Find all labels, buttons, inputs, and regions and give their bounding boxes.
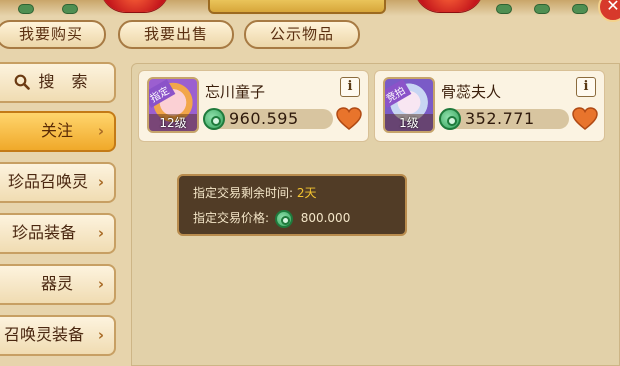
- chevron-right-icon: ›: [97, 275, 104, 293]
- tab-public-items[interactable]: 公示物品: [244, 20, 360, 49]
- info-icon[interactable]: i: [340, 77, 360, 97]
- jade-coin-icon: [274, 209, 293, 228]
- bead-decoration: [534, 4, 550, 14]
- sidebar-item-label: 关注: [40, 121, 73, 140]
- pet-level: 12级: [149, 114, 197, 131]
- bead-decoration: [572, 4, 588, 14]
- search-button[interactable]: 搜 索: [0, 62, 116, 103]
- pet-name: 忘川童子: [205, 83, 266, 101]
- trade-price-row: 指定交易价格: 800.000: [193, 209, 350, 228]
- chevron-right-icon: ›: [97, 224, 104, 242]
- bead-decoration: [496, 4, 512, 14]
- listing-card[interactable]: 指定 12级 忘川童子 i 960.595: [138, 70, 369, 142]
- tab-sell[interactable]: 我要出售: [118, 20, 234, 49]
- jade-coin-icon: [203, 108, 225, 130]
- sidebar-item-follow[interactable]: 关注 ›: [0, 111, 116, 152]
- pet-name: 骨蕊夫人: [441, 83, 502, 101]
- jade-coin-icon: [439, 108, 461, 130]
- sidebar-item-label: 器灵: [40, 274, 73, 293]
- pig-pet-icon: 指定 12级: [147, 77, 199, 133]
- remaining-time-value: 2天: [296, 186, 317, 200]
- window-title-plaque: [208, 0, 386, 14]
- sidebar-item-rare-equipment[interactable]: 珍品装备 ›: [0, 213, 116, 254]
- search-icon: [14, 74, 30, 90]
- heart-icon[interactable]: [572, 107, 598, 131]
- sidebar-item-weapon-spirit[interactable]: 器灵 ›: [0, 264, 116, 305]
- pet-level: 1级: [385, 114, 433, 131]
- price-bar: 960.595: [203, 108, 333, 130]
- sidebar-item-summon-equipment[interactable]: 召唤灵装备 ›: [0, 315, 116, 356]
- lady-pet-icon: 竞拍 1级: [383, 77, 435, 133]
- bead-decoration: [18, 4, 34, 14]
- heart-icon[interactable]: [336, 107, 362, 131]
- chevron-right-icon: ›: [97, 173, 104, 191]
- sidebar-item-label: 珍品装备: [12, 223, 77, 242]
- trade-price-label: 指定交易价格:: [193, 211, 270, 225]
- chevron-right-icon: ›: [97, 326, 104, 344]
- listing-price: 352.771: [465, 109, 535, 128]
- sidebar-item-label: 珍品召唤灵: [8, 172, 89, 191]
- close-button[interactable]: ✕: [598, 0, 620, 22]
- tab-buy[interactable]: 我要购买: [0, 20, 106, 49]
- price-bar: 352.771: [439, 108, 569, 130]
- remaining-time-label: 指定交易剩余时间:: [193, 186, 294, 200]
- remaining-time-row: 指定交易剩余时间: 2天: [193, 184, 317, 201]
- listing-badge: 竞拍: [385, 79, 412, 108]
- search-label: 搜 索: [38, 72, 94, 91]
- sidebar-item-label: 召唤灵装备: [4, 325, 85, 344]
- listing-card[interactable]: 竞拍 1级 骨蕊夫人 i 352.771: [374, 70, 605, 142]
- listing-price: 960.595: [229, 109, 299, 128]
- trade-price-value: 800.000: [300, 211, 351, 225]
- bead-decoration: [62, 4, 78, 14]
- trade-info-tooltip: 指定交易剩余时间: 2天 指定交易价格: 800.000: [177, 174, 407, 236]
- close-icon: ✕: [606, 0, 620, 15]
- info-icon[interactable]: i: [576, 77, 596, 97]
- chevron-right-icon: ›: [97, 122, 104, 140]
- sidebar-item-rare-summons[interactable]: 珍品召唤灵 ›: [0, 162, 116, 203]
- listing-badge: 指定: [149, 79, 176, 108]
